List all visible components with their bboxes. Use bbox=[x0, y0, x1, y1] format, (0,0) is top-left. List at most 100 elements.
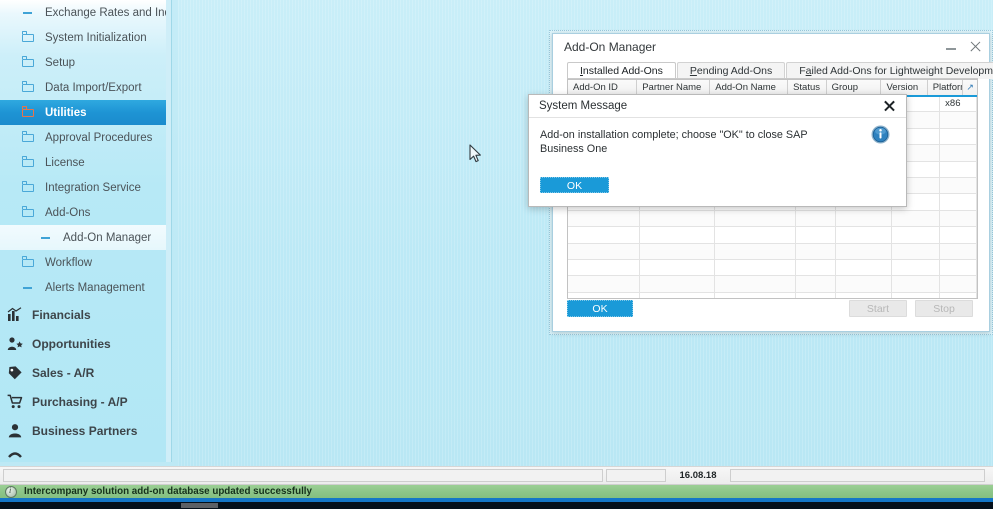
grid-header-status[interactable]: Status bbox=[788, 80, 827, 95]
sidebar-item-label: Alerts Management bbox=[45, 281, 145, 294]
cart-icon bbox=[7, 394, 23, 409]
sidebar-item-label: Utilities bbox=[45, 106, 87, 119]
table-cell bbox=[892, 243, 941, 259]
table-cell bbox=[836, 227, 893, 243]
window-controls bbox=[944, 39, 983, 54]
sidebar-module-purchasing-a-p[interactable]: Purchasing - A/P bbox=[0, 387, 171, 416]
table-cell bbox=[715, 276, 796, 292]
table-row[interactable] bbox=[568, 292, 977, 298]
system-message-titlebar[interactable]: System Message bbox=[529, 95, 906, 118]
table-cell bbox=[640, 227, 716, 243]
sidebar-item-label: License bbox=[45, 156, 85, 169]
expand-arrow-icon[interactable]: ↗ bbox=[963, 80, 977, 95]
table-cell: x86 bbox=[940, 96, 977, 112]
status-message-text: Intercompany solution add-on database up… bbox=[24, 486, 312, 497]
table-row[interactable] bbox=[568, 276, 977, 293]
system-message-text: Add-on installation complete; choose "OK… bbox=[540, 129, 808, 155]
tab-installed-add-ons[interactable]: Installed Add-Ons bbox=[567, 62, 676, 79]
sidebar-scrollbar[interactable] bbox=[166, 0, 171, 462]
tab-failed-add-ons-for-lightweight-development[interactable]: Failed Add-Ons for Lightweight Developme… bbox=[786, 62, 993, 79]
addon-manager-title: Add-On Manager bbox=[564, 39, 657, 54]
table-cell bbox=[796, 227, 836, 243]
addon-ok-button[interactable]: OK bbox=[567, 300, 633, 317]
sidebar-module-financials[interactable]: Financials bbox=[0, 300, 171, 329]
dash-icon bbox=[22, 281, 37, 295]
addon-manager-titlebar[interactable]: Add-On Manager bbox=[553, 34, 989, 59]
close-icon[interactable] bbox=[883, 99, 897, 113]
table-cell bbox=[940, 194, 977, 210]
sidebar-item-partial[interactable] bbox=[0, 445, 171, 462]
sidebar-item-label: System Initialization bbox=[45, 31, 147, 44]
sidebar-item-label: Add-Ons bbox=[45, 206, 91, 219]
system-message-dialog[interactable]: System Message Add-on installation compl… bbox=[528, 94, 907, 207]
sidebar-module-label: Financials bbox=[32, 307, 91, 322]
table-cell bbox=[796, 276, 836, 292]
table-row[interactable] bbox=[568, 243, 977, 260]
person-icon bbox=[7, 423, 23, 438]
table-cell bbox=[940, 243, 977, 259]
dash-icon bbox=[22, 6, 37, 20]
app-root: Exchange Rates and Inde System Initializa… bbox=[0, 0, 993, 509]
folder-icon bbox=[22, 106, 37, 120]
system-message-ok-button[interactable]: OK bbox=[540, 177, 609, 193]
grid-header-add-on-id[interactable]: Add-On ID bbox=[568, 80, 638, 95]
table-cell bbox=[892, 292, 941, 298]
sidebar-tree: Exchange Rates and Inde System Initializa… bbox=[0, 0, 171, 300]
sidebar-item-exchange-rates-and-inde[interactable]: Exchange Rates and Inde bbox=[0, 0, 171, 25]
grid-header-add-on-name[interactable]: Add-On Name bbox=[710, 80, 789, 95]
sidebar-item-approval-procedures[interactable]: Approval Procedures bbox=[0, 125, 171, 150]
sidebar-item-utilities[interactable]: Utilities bbox=[0, 100, 171, 125]
close-icon[interactable] bbox=[968, 39, 983, 54]
addon-start-button[interactable]: Start bbox=[849, 300, 907, 317]
info-icon bbox=[871, 125, 890, 144]
sidebar-navigation[interactable]: Exchange Rates and Inde System Initializa… bbox=[0, 0, 172, 462]
folder-icon bbox=[22, 156, 37, 170]
table-cell bbox=[568, 227, 640, 243]
table-cell bbox=[940, 145, 977, 161]
os-taskbar[interactable] bbox=[0, 502, 993, 509]
status-message-bar[interactable]: Intercompany solution add-on database up… bbox=[0, 484, 993, 498]
status-row: 16.08.18 bbox=[0, 466, 993, 484]
sidebar-item-data-import-export[interactable]: Data Import/Export bbox=[0, 75, 171, 100]
table-cell bbox=[892, 210, 941, 227]
sidebar-module-business-partners[interactable]: Business Partners bbox=[0, 416, 171, 445]
tab-pending-add-ons[interactable]: Pending Add-Ons bbox=[676, 62, 786, 79]
table-cell bbox=[892, 227, 941, 243]
table-cell bbox=[940, 161, 977, 177]
sidebar-item-system-initialization[interactable]: System Initialization bbox=[0, 25, 171, 50]
sidebar-item-label: Exchange Rates and Inde bbox=[45, 6, 171, 19]
grid-header-version[interactable]: Version bbox=[881, 80, 928, 95]
system-message-title: System Message bbox=[539, 100, 628, 112]
table-cell bbox=[892, 276, 941, 292]
sidebar-item-label: Workflow bbox=[45, 256, 93, 269]
sidebar-item-alerts-management[interactable]: Alerts Management bbox=[0, 275, 171, 300]
sidebar-item-integration-service[interactable]: Integration Service bbox=[0, 175, 171, 200]
sidebar-item-license[interactable]: License bbox=[0, 150, 171, 175]
table-cell bbox=[715, 227, 796, 243]
sidebar-module-label: Business Partners bbox=[32, 423, 138, 438]
sidebar-module-sales-a-r[interactable]: Sales - A/R bbox=[0, 358, 171, 387]
table-row[interactable] bbox=[568, 259, 977, 277]
table-row[interactable] bbox=[568, 210, 977, 228]
table-row[interactable] bbox=[568, 227, 977, 244]
folder-icon bbox=[22, 206, 37, 220]
sidebar-item-label: Data Import/Export bbox=[45, 81, 142, 94]
table-cell bbox=[836, 292, 893, 298]
table-cell bbox=[836, 259, 893, 276]
minimize-icon[interactable] bbox=[944, 39, 959, 54]
folder-icon bbox=[22, 81, 37, 95]
addon-stop-button[interactable]: Stop bbox=[915, 300, 973, 317]
sidebar-item-add-ons[interactable]: Add-Ons bbox=[0, 200, 171, 225]
table-cell bbox=[940, 292, 977, 298]
taskbar-item[interactable] bbox=[181, 503, 218, 508]
grid-header-platform[interactable]: Platform bbox=[928, 80, 964, 95]
sidebar-item-setup[interactable]: Setup bbox=[0, 50, 171, 75]
dash-icon bbox=[40, 231, 55, 245]
sidebar-item-add-on-manager[interactable]: Add-On Manager bbox=[0, 225, 171, 250]
grid-header-group[interactable]: Group bbox=[827, 80, 882, 95]
sidebar-module-opportunities[interactable]: Opportunities bbox=[0, 329, 171, 358]
grid-header-partner-name[interactable]: Partner Name bbox=[637, 80, 711, 95]
sidebar-item-workflow[interactable]: Workflow bbox=[0, 250, 171, 275]
sidebar-item-label: Setup bbox=[45, 56, 76, 69]
partial-module-icon bbox=[7, 447, 23, 462]
